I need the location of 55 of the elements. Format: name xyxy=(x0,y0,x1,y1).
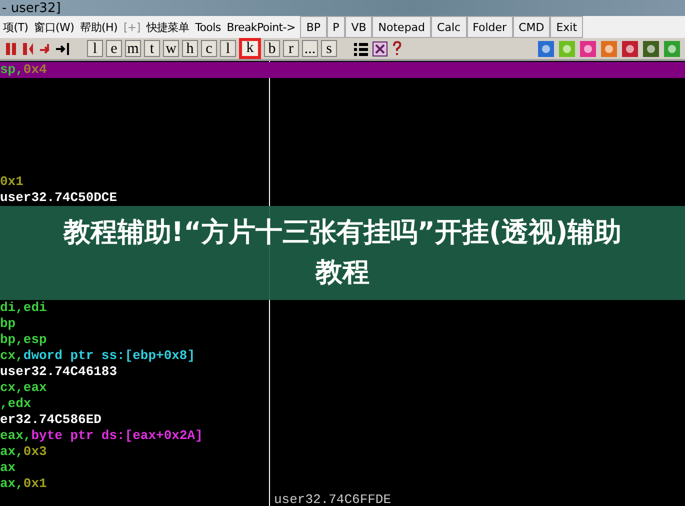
letter-button[interactable]: r xyxy=(283,40,299,57)
code-line: bp,esp xyxy=(0,332,47,348)
plugin-icon[interactable] xyxy=(663,40,681,58)
plugin-icon[interactable] xyxy=(579,40,597,58)
code-line: cx,dword ptr ss:[ebp+0x8] xyxy=(0,348,196,364)
help-icon[interactable] xyxy=(391,40,403,56)
plugin-icon[interactable] xyxy=(537,40,555,58)
code-line: user32.74C50DCE xyxy=(0,190,118,206)
toolbar-button[interactable]: Folder xyxy=(466,16,513,38)
grid-icon[interactable] xyxy=(372,40,388,56)
code-line: ax xyxy=(0,460,16,476)
letter-button[interactable]: c xyxy=(201,40,217,57)
menu-item[interactable]: Tools xyxy=(192,20,224,34)
code-line: ax,0x1 xyxy=(0,476,47,492)
code-line: cx,eax xyxy=(0,380,47,396)
code-line: eax,byte ptr ds:[eax+0x2A] xyxy=(0,428,203,444)
letter-button[interactable]: m xyxy=(125,40,141,57)
window-title: - user32] xyxy=(2,0,61,16)
letter-button[interactable]: k xyxy=(239,38,261,59)
letter-button[interactable]: b xyxy=(264,40,280,57)
menu-item[interactable]: 帮助(H) xyxy=(77,20,120,34)
code-line: ax,0x3 xyxy=(0,444,47,460)
toolbar-button[interactable]: CMD xyxy=(512,16,550,38)
code-line: 0x1 xyxy=(0,174,24,190)
code-line: di,edi xyxy=(0,300,47,316)
menu-item[interactable]: BreakPoint-> xyxy=(224,20,298,34)
plugin-icon[interactable] xyxy=(600,40,618,58)
code-line: user32.74C46183 xyxy=(0,364,118,380)
letter-button[interactable]: e xyxy=(106,40,122,57)
letter-button[interactable]: s xyxy=(321,40,337,57)
menu-item[interactable]: 快捷菜单 xyxy=(143,20,192,34)
toolbar-button[interactable]: P xyxy=(326,16,346,38)
arrow-icon[interactable] xyxy=(55,40,71,56)
letter-button[interactable]: w xyxy=(163,40,179,57)
code-line: sp,0x4 xyxy=(0,62,47,78)
list-icon[interactable] xyxy=(353,40,369,56)
menu-item[interactable]: 项(T) xyxy=(0,20,32,34)
letter-button[interactable]: h xyxy=(182,40,198,57)
letter-button[interactable]: t xyxy=(144,40,160,57)
toolbar-button[interactable]: Exit xyxy=(550,16,584,38)
toolbar-button[interactable]: Notepad xyxy=(372,16,432,38)
toolbar-button[interactable]: Calc xyxy=(431,16,467,38)
menu-item[interactable]: 窗口(W) xyxy=(31,20,78,34)
letter-button[interactable]: l xyxy=(87,40,103,57)
toolbar-button[interactable]: BP xyxy=(300,16,327,38)
code-comment: user32.74C6FFDE xyxy=(274,492,392,506)
code-line: ,edx xyxy=(0,396,32,412)
plugin-icon[interactable] xyxy=(621,40,639,58)
letter-button[interactable]: ... xyxy=(302,40,318,57)
plugin-icon[interactable] xyxy=(642,40,660,58)
banner-text: 教程辅助!“方片十三张有挂吗”开挂(透视)辅助教程 xyxy=(62,216,623,290)
letter-button[interactable]: l xyxy=(220,40,236,57)
toolbar-button[interactable]: VB xyxy=(345,16,372,38)
code-line: er32.74C586ED xyxy=(0,412,102,428)
code-line: bp xyxy=(0,316,16,332)
